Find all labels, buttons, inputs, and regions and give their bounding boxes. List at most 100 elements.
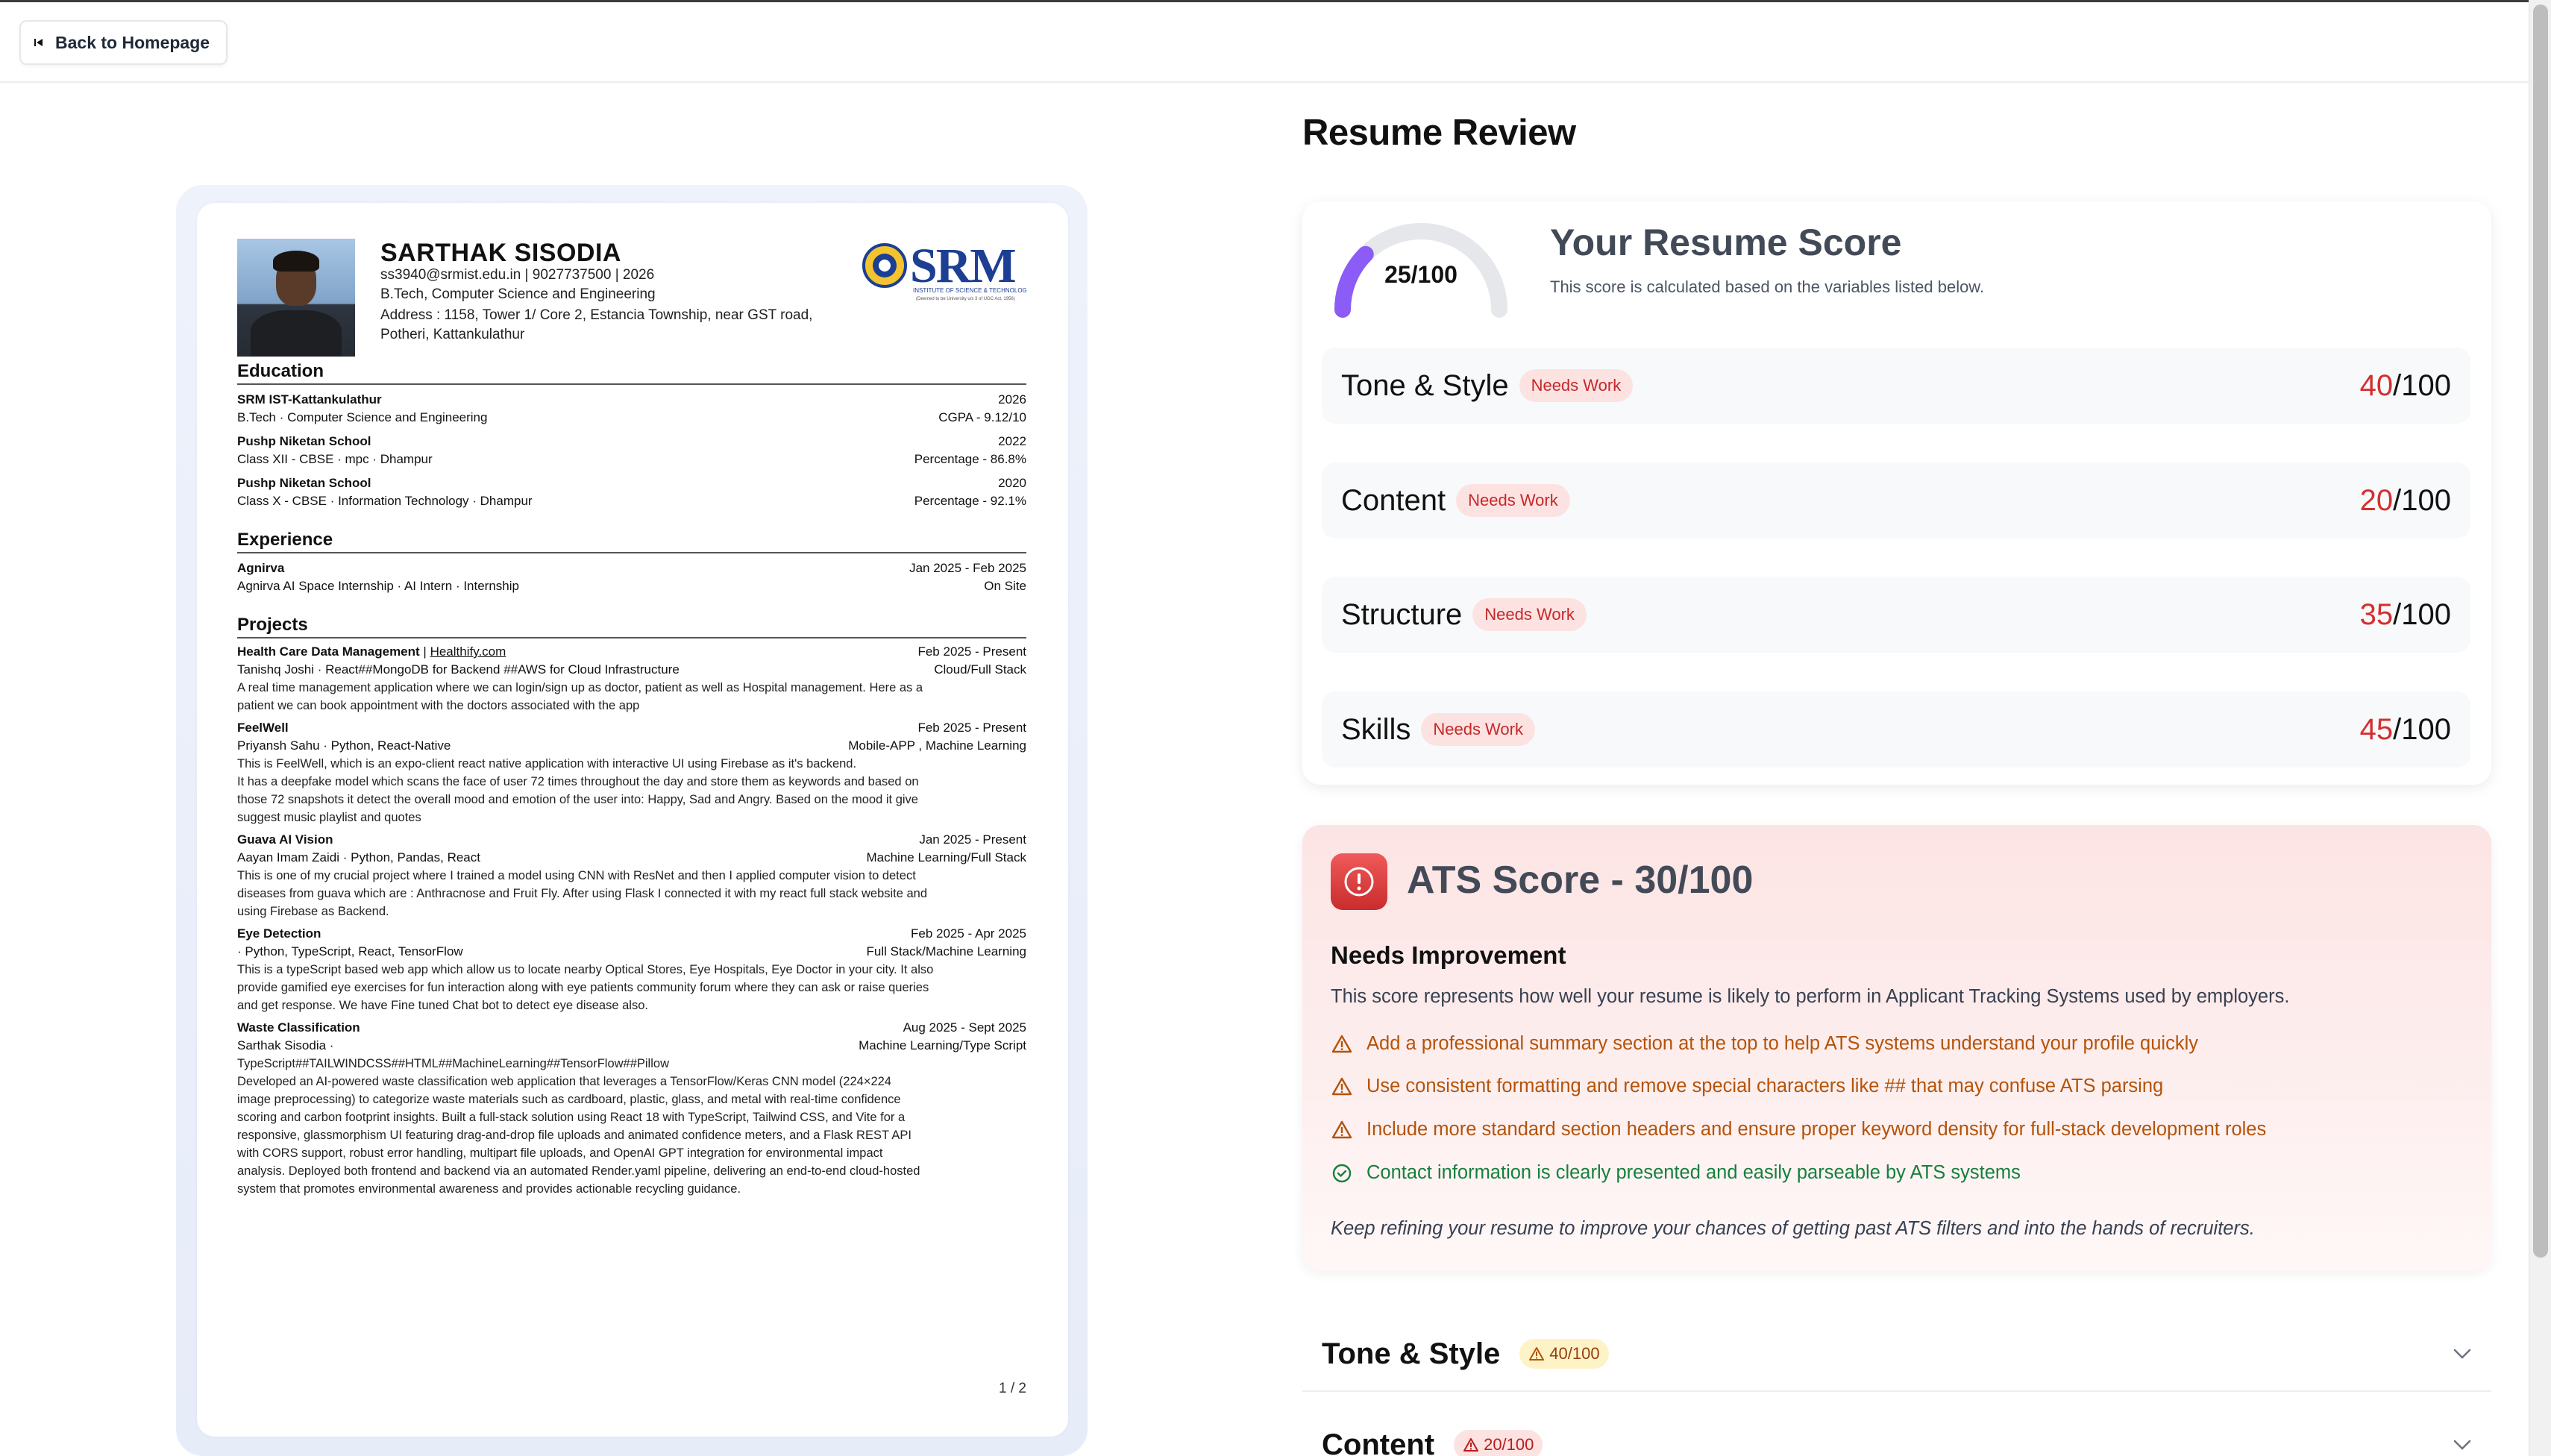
entry-row: Pushp Niketan School 2020 [237, 474, 1026, 492]
project-description-line: those 72 snapshots it detect the overall… [237, 793, 918, 806]
project-tag: Mobile-APP , Machine Learning [848, 738, 1026, 753]
project-entry: Guava AI Vision Jan 2025 - Present Aayan I… [237, 831, 1026, 920]
school-name: Pushp Niketan School [237, 434, 371, 448]
svg-text:INSTITUTE OF SCIENCE & TECHNOL: INSTITUTE OF SCIENCE & TECHNOLOGY [913, 287, 1026, 294]
svg-text:SRM: SRM [910, 239, 1015, 293]
warning-icon [1331, 1035, 1352, 1052]
project-description-line: A real time management application where… [237, 681, 923, 694]
project-title: Health Care Data Management [237, 644, 420, 659]
back-to-homepage-button[interactable]: Back to Homepage [19, 20, 228, 65]
project-description-line: responsive, glassmorphism UI featuring d… [237, 1129, 912, 1142]
entry-row: Waste Classification Aug 2025 - Sept 2025 [237, 1019, 1026, 1037]
status-badge: Needs Work [1472, 598, 1587, 631]
category-name: Tone & Style [1341, 368, 1509, 402]
svg-text:(Deemed to be University u/s 3: (Deemed to be University u/s 3 of UGC Ac… [916, 297, 1015, 301]
projects-list: Health Care Data Management | Healthify.… [237, 643, 1026, 1198]
entry-location: On Site [984, 579, 1026, 593]
experience-entry: Agnirva Jan 2025 - Feb 2025 Agnirva AI Spa… [237, 559, 1026, 595]
category-row-skills: Skills Needs Work 45/100 [1322, 691, 2470, 768]
project-entry: Health Care Data Management | Healthify.… [237, 643, 1026, 715]
category-row-content: Content Needs Work 20/100 [1322, 462, 2470, 539]
accordion-title: Content [1322, 1428, 1435, 1456]
project-title-group: Waste Classification [237, 1019, 360, 1037]
resume-score-heading: Your Resume Score [1550, 222, 1902, 263]
resume-score-subtitle: This score is calculated based on the va… [1550, 277, 1985, 296]
top-bar: Back to Homepage [0, 2, 2529, 83]
project-title-group: Health Care Data Management | Healthify.… [237, 643, 506, 661]
project-link[interactable]: Healthify.com [430, 644, 506, 659]
education-entry: SRM IST-Kattankulathur 2026 B.Tech · Compu… [237, 391, 1026, 427]
entry-row: Priyansh Sahu · Python, React-Native Mobi… [237, 737, 1026, 755]
entry-dates: Aug 2025 - Sept 2025 [903, 1020, 1026, 1035]
resume-contact: ss3940@srmist.edu.in | 9027737500 | 2026 [380, 267, 655, 283]
school-name: Pushp Niketan School [237, 476, 371, 490]
category-name: Content [1341, 483, 1446, 517]
entry-dates: Feb 2025 - Present [917, 721, 1026, 735]
project-title: Eye Detection [237, 926, 321, 941]
chevron-down-icon [2453, 1349, 2471, 1359]
category-score: 20/100 [2359, 483, 2451, 517]
project-title: Guava AI Vision [237, 832, 333, 847]
ats-tip-text: Use consistent formatting and remove spe… [1367, 1076, 2164, 1096]
srm-logo: SRM INSTITUTE OF SCIENCE & TECHNOLOGY (D… [862, 239, 1026, 301]
project-description-line: analysis. Deployed both frontend and bac… [237, 1164, 920, 1178]
status-badge: Needs Work [1519, 369, 1634, 402]
scrollbar-thumb[interactable] [2533, 4, 2548, 1258]
entry-row: Agnirva Jan 2025 - Feb 2025 [237, 559, 1026, 577]
category-name: Structure [1341, 597, 1463, 631]
entry-row: Class XII - CBSE · mpc · Dhampur Percenta… [237, 451, 1026, 468]
education-heading: Education [237, 361, 1026, 385]
project-title: FeelWell [237, 721, 289, 735]
ats-tip-item: Use consistent formatting and remove spe… [1331, 1076, 2163, 1097]
category-name: Skills [1341, 712, 1411, 746]
education-list: SRM IST-Kattankulathur 2026 B.Tech · Compu… [237, 391, 1026, 510]
skip-back-icon [34, 39, 43, 46]
resume-name: SARTHAK SISODIA [380, 239, 621, 267]
entry-year: 2020 [998, 476, 1026, 490]
score-badge: 20/100 [1454, 1430, 1543, 1456]
education-entry: Pushp Niketan School 2020 Class X - CBSE ·… [237, 474, 1026, 510]
project-meta: Sarthak Sisodia · [237, 1038, 334, 1052]
resume-degree: B.Tech, Computer Science and Engineering [380, 286, 656, 302]
score-gauge-label: 25/100 [1384, 261, 1458, 288]
chevron-down-icon [2453, 1440, 2471, 1450]
project-tag: Machine Learning/Full Stack [866, 850, 1026, 865]
project-tag: Full Stack/Machine Learning [866, 944, 1026, 958]
category-row-tone-style: Tone & Style Needs Work 40/100 [1322, 348, 2470, 424]
ats-tip-item: Include more standard section headers an… [1331, 1119, 2266, 1140]
school-name: SRM IST-Kattankulathur [237, 392, 382, 407]
entry-row: · Python, TypeScript, React, TensorFlow F… [237, 943, 1026, 961]
project-description-line: and get response. We have Fine tuned Cha… [237, 999, 648, 1012]
entry-row: Eye Detection Feb 2025 - Apr 2025 [237, 925, 1026, 943]
entry-row: B.Tech · Computer Science and Engineerin… [237, 409, 1026, 427]
project-title: Waste Classification [237, 1020, 360, 1035]
page-indicator: 1 / 2 [999, 1381, 1026, 1396]
scrollbar-track[interactable] [2529, 0, 2551, 1456]
project-description-line: suggest music playlist and quotes [237, 811, 421, 824]
ats-tip-item: Add a professional summary section at th… [1331, 1033, 2198, 1055]
project-title-group: FeelWell [237, 719, 289, 737]
accordion-content[interactable]: Content 20/100 [1302, 1408, 2491, 1456]
accordion-tone-style[interactable]: Tone & Style 40/100 [1302, 1317, 2491, 1392]
project-description-line: It has a deepfake model which scans the … [237, 775, 919, 788]
ats-tip-text: Contact information is clearly presented… [1367, 1162, 2021, 1183]
entry-row: SRM IST-Kattankulathur 2026 [237, 391, 1026, 409]
entry-dates: Jan 2025 - Feb 2025 [909, 561, 1026, 575]
project-entry: Waste Classification Aug 2025 - Sept 2025… [237, 1019, 1026, 1198]
entry-row: Pushp Niketan School 2022 [237, 433, 1026, 451]
entry-detail: Agnirva AI Space Internship · AI Intern … [237, 579, 519, 593]
entry-row: Sarthak Sisodia · Machine Learning/Type S… [237, 1037, 1026, 1055]
project-description-line: using Firebase as Backend. [237, 905, 389, 918]
org-name: Agnirva [237, 561, 285, 575]
project-description-line: image preprocessing) to categorize waste… [237, 1093, 901, 1106]
ats-tip-text: Add a professional summary section at th… [1367, 1033, 2199, 1054]
project-meta: Priyansh Sahu · Python, React-Native [237, 738, 451, 753]
project-description-line: provide gamified eye exercises for fun i… [237, 981, 929, 994]
back-button-label: Back to Homepage [55, 32, 210, 52]
project-description-line: This is one of my crucial project where … [237, 869, 916, 882]
project-tag: Cloud/Full Stack [934, 662, 1026, 677]
entry-detail: Class XII - CBSE · mpc · Dhampur [237, 452, 433, 466]
project-entry: FeelWell Feb 2025 - Present Priyansh Sahu … [237, 719, 1026, 826]
entry-detail: B.Tech · Computer Science and Engineerin… [237, 410, 488, 424]
category-score: 35/100 [2359, 597, 2451, 631]
